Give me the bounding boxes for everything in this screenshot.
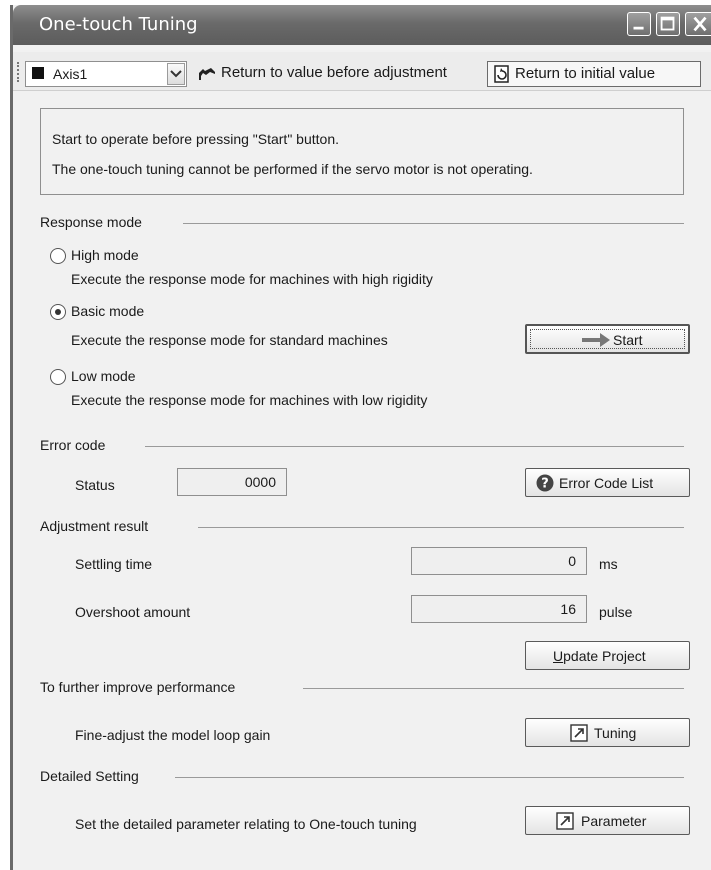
open-window-arrow-icon bbox=[556, 812, 574, 830]
return-initial-value-button[interactable]: Return to initial value bbox=[487, 61, 701, 87]
error-code-list-label: Error Code List bbox=[559, 475, 654, 491]
return-before-adjustment-button[interactable]: Return to value before adjustment bbox=[193, 61, 489, 87]
parameter-button[interactable]: Parameter bbox=[525, 806, 690, 835]
tuning-window: One-touch Tuning Axis1 Return to value b… bbox=[10, 5, 711, 870]
divider bbox=[183, 223, 684, 224]
tuning-button[interactable]: Tuning bbox=[525, 718, 690, 747]
chevron-down-icon[interactable] bbox=[167, 63, 185, 85]
divider bbox=[303, 688, 684, 689]
axis-dropdown[interactable]: Axis1 bbox=[25, 61, 187, 87]
help-icon: ? bbox=[536, 474, 554, 492]
high-mode-radio[interactable] bbox=[50, 248, 66, 264]
low-mode-description: Execute the response mode for machines w… bbox=[71, 392, 428, 408]
maximize-button[interactable] bbox=[656, 12, 680, 36]
info-line-2: The one-touch tuning cannot be performed… bbox=[52, 161, 533, 177]
status-label: Status bbox=[75, 477, 115, 493]
basic-mode-label[interactable]: Basic mode bbox=[71, 303, 144, 319]
start-label: Start bbox=[613, 332, 643, 348]
overshoot-amount-unit: pulse bbox=[599, 604, 633, 620]
tuning-label: Tuning bbox=[594, 725, 637, 741]
toolbar-grip[interactable] bbox=[17, 62, 21, 82]
close-icon bbox=[693, 16, 707, 32]
axis-icon bbox=[32, 67, 44, 79]
low-mode-label[interactable]: Low mode bbox=[71, 368, 136, 384]
high-mode-label[interactable]: High mode bbox=[71, 247, 139, 263]
open-window-arrow-icon bbox=[570, 724, 588, 742]
minimize-button[interactable] bbox=[627, 12, 651, 36]
toolbar: Axis1 Return to value before adjustment … bbox=[13, 52, 711, 91]
settling-time-value: 0 bbox=[568, 553, 576, 569]
return-before-label: Return to value before adjustment bbox=[221, 64, 447, 81]
window-title: One-touch Tuning bbox=[39, 14, 198, 35]
overshoot-amount-value: 16 bbox=[560, 601, 576, 617]
detailed-parameter-label: Set the detailed parameter relating to O… bbox=[75, 816, 417, 832]
overshoot-amount-label: Overshoot amount bbox=[75, 604, 191, 620]
play-arrow-icon bbox=[582, 333, 610, 347]
reset-document-icon bbox=[494, 65, 509, 83]
return-arrow-icon bbox=[199, 68, 215, 80]
error-code-list-button[interactable]: ? Error Code List bbox=[525, 468, 690, 497]
detailed-setting-heading: Detailed Setting bbox=[40, 768, 139, 784]
basic-mode-description: Execute the response mode for standard m… bbox=[71, 332, 388, 348]
info-line-1: Start to operate before pressing "Start"… bbox=[52, 131, 339, 147]
maximize-icon bbox=[660, 16, 675, 31]
return-initial-label: Return to initial value bbox=[515, 65, 656, 82]
adjustment-result-heading: Adjustment result bbox=[40, 518, 149, 534]
fine-adjust-label: Fine-adjust the model loop gain bbox=[75, 727, 271, 743]
title-bar[interactable]: One-touch Tuning bbox=[13, 5, 711, 45]
svg-text:?: ? bbox=[541, 477, 549, 492]
axis-value: Axis1 bbox=[53, 66, 88, 82]
update-project-button[interactable]: Update Project bbox=[525, 641, 690, 670]
basic-mode-radio[interactable] bbox=[50, 304, 66, 320]
improve-performance-heading: To further improve performance bbox=[40, 679, 236, 695]
update-project-label: Update Project bbox=[553, 648, 646, 664]
settling-time-unit: ms bbox=[599, 556, 618, 572]
divider bbox=[175, 777, 684, 778]
settling-time-field: 0 bbox=[411, 547, 587, 575]
close-button[interactable] bbox=[685, 12, 711, 36]
overshoot-amount-field: 16 bbox=[411, 595, 587, 623]
start-button[interactable]: Start bbox=[525, 324, 690, 354]
minimize-icon bbox=[633, 26, 644, 30]
divider bbox=[145, 446, 684, 447]
settling-time-label: Settling time bbox=[75, 556, 153, 572]
info-message-box: Start to operate before pressing "Start"… bbox=[40, 108, 684, 195]
response-mode-heading: Response mode bbox=[40, 214, 142, 230]
status-field: 0000 bbox=[177, 468, 287, 496]
high-mode-description: Execute the response mode for machines w… bbox=[71, 271, 433, 287]
status-value: 0000 bbox=[244, 474, 276, 490]
parameter-label: Parameter bbox=[581, 813, 647, 829]
divider bbox=[198, 527, 684, 528]
error-code-heading: Error code bbox=[40, 437, 106, 453]
low-mode-radio[interactable] bbox=[50, 369, 66, 385]
